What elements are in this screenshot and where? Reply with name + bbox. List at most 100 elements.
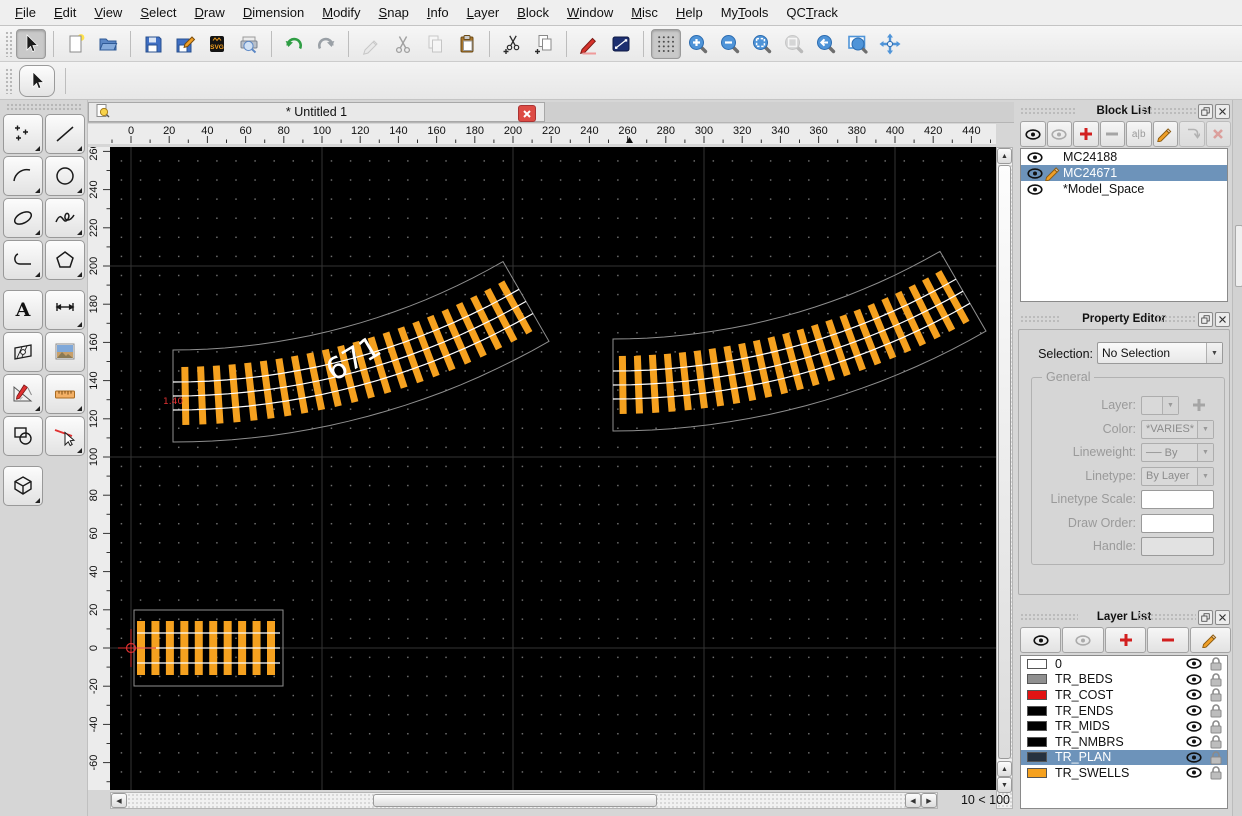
layer-lock-icon[interactable] <box>1208 687 1224 702</box>
menu-layer[interactable]: Layer <box>458 1 509 25</box>
float-panel-icon[interactable] <box>1198 312 1213 327</box>
cut-reference-button[interactable] <box>497 29 527 59</box>
redo-button[interactable] <box>311 29 341 59</box>
layer-row-TR_BEDS[interactable]: TR_BEDS <box>1021 672 1227 688</box>
menu-dimension[interactable]: Dimension <box>234 1 313 25</box>
print-preview-button[interactable] <box>234 29 264 59</box>
menu-qctrack[interactable]: QCTrack <box>777 1 847 25</box>
layer-lock-icon[interactable] <box>1208 750 1224 765</box>
ellipse-tool-button[interactable] <box>3 198 43 238</box>
pencil-button[interactable] <box>1153 121 1179 147</box>
copy-reference-button[interactable] <box>529 29 559 59</box>
block-row-Model_Space[interactable]: *Model_Space <box>1021 181 1227 197</box>
layer-row-0[interactable]: 0 <box>1021 656 1227 672</box>
block-visibility-icon[interactable] <box>1027 184 1043 195</box>
prop-input-linetypescale[interactable] <box>1141 490 1214 509</box>
new-file-button[interactable] <box>61 29 91 59</box>
ruler-tool-button[interactable] <box>45 374 85 414</box>
document-tab[interactable]: * Untitled 1 <box>88 102 545 122</box>
menu-help[interactable]: Help <box>667 1 712 25</box>
polygon-tool-button[interactable] <box>45 240 85 280</box>
menu-file[interactable]: File <box>6 1 45 25</box>
points-tool-button[interactable] <box>3 114 43 154</box>
toolbar-grip-handle[interactable] <box>5 68 12 94</box>
block-visibility-icon[interactable] <box>1027 152 1043 163</box>
open-folder-button[interactable] <box>93 29 123 59</box>
scroll-down-icon[interactable]: ▼ <box>997 777 1012 793</box>
pen-attributes-button[interactable] <box>574 29 604 59</box>
layer-visibility-icon[interactable] <box>1186 752 1202 763</box>
line-tool-button[interactable] <box>45 114 85 154</box>
layer-lock-icon[interactable] <box>1208 719 1224 734</box>
hscroll-thumb[interactable] <box>373 794 657 807</box>
scroll-up-icon[interactable]: ▲ <box>997 148 1012 164</box>
line-attributes-button[interactable] <box>606 29 636 59</box>
menu-edit[interactable]: Edit <box>45 1 85 25</box>
palette-grip-handle[interactable] <box>6 103 81 111</box>
circle-tool-button[interactable] <box>45 156 85 196</box>
grid-toggle-button[interactable] <box>651 29 681 59</box>
spline-tool-button[interactable] <box>45 198 85 238</box>
float-panel-icon[interactable] <box>1198 104 1213 119</box>
tab-close-icon[interactable] <box>518 105 536 122</box>
track-piece[interactable] <box>134 610 283 686</box>
layer-lock-icon[interactable] <box>1208 656 1224 671</box>
menu-select[interactable]: Select <box>131 1 185 25</box>
eye-gray-button[interactable] <box>1062 627 1103 653</box>
paste-button[interactable] <box>452 29 482 59</box>
minus-gray-button[interactable] <box>1100 121 1126 147</box>
vscroll-thumb[interactable] <box>998 165 1011 759</box>
scroll-right-icon[interactable]: ▶ <box>921 793 937 808</box>
layer-visibility-icon[interactable] <box>1186 705 1202 716</box>
save-as-button[interactable] <box>170 29 200 59</box>
scroll-left-icon[interactable]: ◀ <box>111 793 127 808</box>
close-panel-icon[interactable] <box>1215 312 1230 327</box>
minus-red-button[interactable] <box>1147 627 1188 653</box>
zoom-window-button[interactable] <box>843 29 873 59</box>
layer-lock-icon[interactable] <box>1208 703 1224 718</box>
layer-visibility-icon[interactable] <box>1186 767 1202 778</box>
eye-gray-button[interactable] <box>1047 121 1073 147</box>
arc-tool-button[interactable] <box>3 156 43 196</box>
layer-list-title-bar[interactable]: Layer List <box>1016 609 1232 624</box>
layer-row-TR_COST[interactable]: TR_COST <box>1021 687 1227 703</box>
layer-row-TR_NMBRS[interactable]: TR_NMBRS <box>1021 734 1227 750</box>
hatch-tool-button[interactable] <box>3 332 43 372</box>
svg-export-button[interactable]: SVG <box>202 29 232 59</box>
float-panel-icon[interactable] <box>1198 610 1213 625</box>
menu-window[interactable]: Window <box>558 1 622 25</box>
layer-row-TR_MIDS[interactable]: TR_MIDS <box>1021 718 1227 734</box>
menu-view[interactable]: View <box>85 1 131 25</box>
property-editor-title-bar[interactable]: Property Editor <box>1016 311 1232 326</box>
prop-input-draworder[interactable] <box>1141 514 1214 533</box>
layer-visibility-icon[interactable] <box>1186 689 1202 700</box>
zoom-pan-button[interactable] <box>875 29 905 59</box>
menu-block[interactable]: Block <box>508 1 558 25</box>
plus-red-button[interactable] <box>1105 627 1146 653</box>
text-tool-button[interactable]: A <box>3 290 43 330</box>
rename-ab-button[interactable]: a|b <box>1126 121 1152 147</box>
block-row-MC24188[interactable]: MC24188 <box>1021 149 1227 165</box>
measure-tool-button[interactable] <box>3 374 43 414</box>
drawing-canvas[interactable]: 6711.40 <box>110 147 996 790</box>
track-piece[interactable] <box>613 251 986 431</box>
shape-boolean-tool-button[interactable] <box>3 416 43 456</box>
layer-visibility-icon[interactable] <box>1186 736 1202 747</box>
selection-combo[interactable]: No Selection▼ <box>1097 342 1223 364</box>
dock-scroll-strip[interactable] <box>1232 100 1242 816</box>
layer-lock-icon[interactable] <box>1208 765 1224 780</box>
save-button[interactable] <box>138 29 168 59</box>
menu-misc[interactable]: Misc <box>622 1 667 25</box>
block-row-MC24671[interactable]: MC24671 <box>1021 165 1227 181</box>
plus-red-button[interactable] <box>1073 121 1099 147</box>
layer-row-TR_SWELLS[interactable]: TR_SWELLS <box>1021 765 1227 781</box>
menu-info[interactable]: Info <box>418 1 458 25</box>
layer-visibility-icon[interactable] <box>1186 721 1202 732</box>
menu-snap[interactable]: Snap <box>370 1 418 25</box>
undo-button[interactable] <box>279 29 309 59</box>
image-tool-button[interactable] <box>45 332 85 372</box>
eye-button[interactable] <box>1020 627 1061 653</box>
layer-visibility-icon[interactable] <box>1186 674 1202 685</box>
dock-scroll-thumb[interactable] <box>1235 225 1242 287</box>
layer-lock-icon[interactable] <box>1208 734 1224 749</box>
